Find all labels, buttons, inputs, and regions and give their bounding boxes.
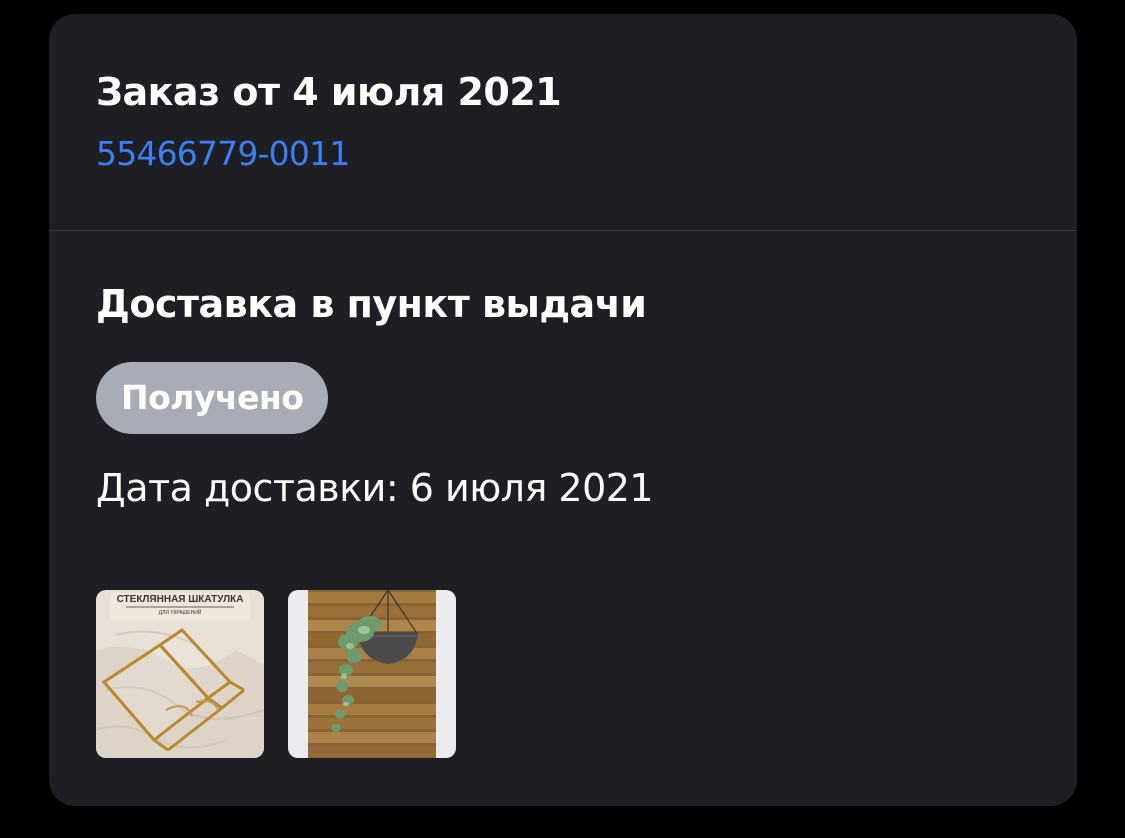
order-header: Заказ от 4 июля 2021 55466779-0011 [49, 14, 1077, 230]
jewelry-box-image: СТЕКЛЯННАЯ ШКАТУЛКА ДЛЯ УКРАШЕНИЙ [96, 590, 264, 758]
jewelry-box-subcaption: ДЛЯ УКРАШЕНИЙ [159, 608, 202, 616]
divider [49, 230, 1077, 231]
product-thumbnail-hanging-plant[interactable] [288, 590, 456, 758]
delivery-method-title: Доставка в пункт выдачи [96, 282, 647, 326]
hanging-plant-image [288, 590, 456, 758]
delivery-date: Дата доставки: 6 июля 2021 [96, 466, 654, 510]
order-title: Заказ от 4 июля 2021 [96, 70, 562, 114]
product-thumbnail-jewelry-box[interactable]: СТЕКЛЯННАЯ ШКАТУЛКА ДЛЯ УКРАШЕНИЙ [96, 590, 264, 758]
order-number-link[interactable]: 55466779-0011 [96, 134, 350, 173]
jewelry-box-caption: СТЕКЛЯННАЯ ШКАТУЛКА [117, 594, 244, 605]
order-card: Заказ от 4 июля 2021 55466779-0011 Доста… [49, 14, 1077, 806]
status-badge: Получено [96, 362, 329, 434]
